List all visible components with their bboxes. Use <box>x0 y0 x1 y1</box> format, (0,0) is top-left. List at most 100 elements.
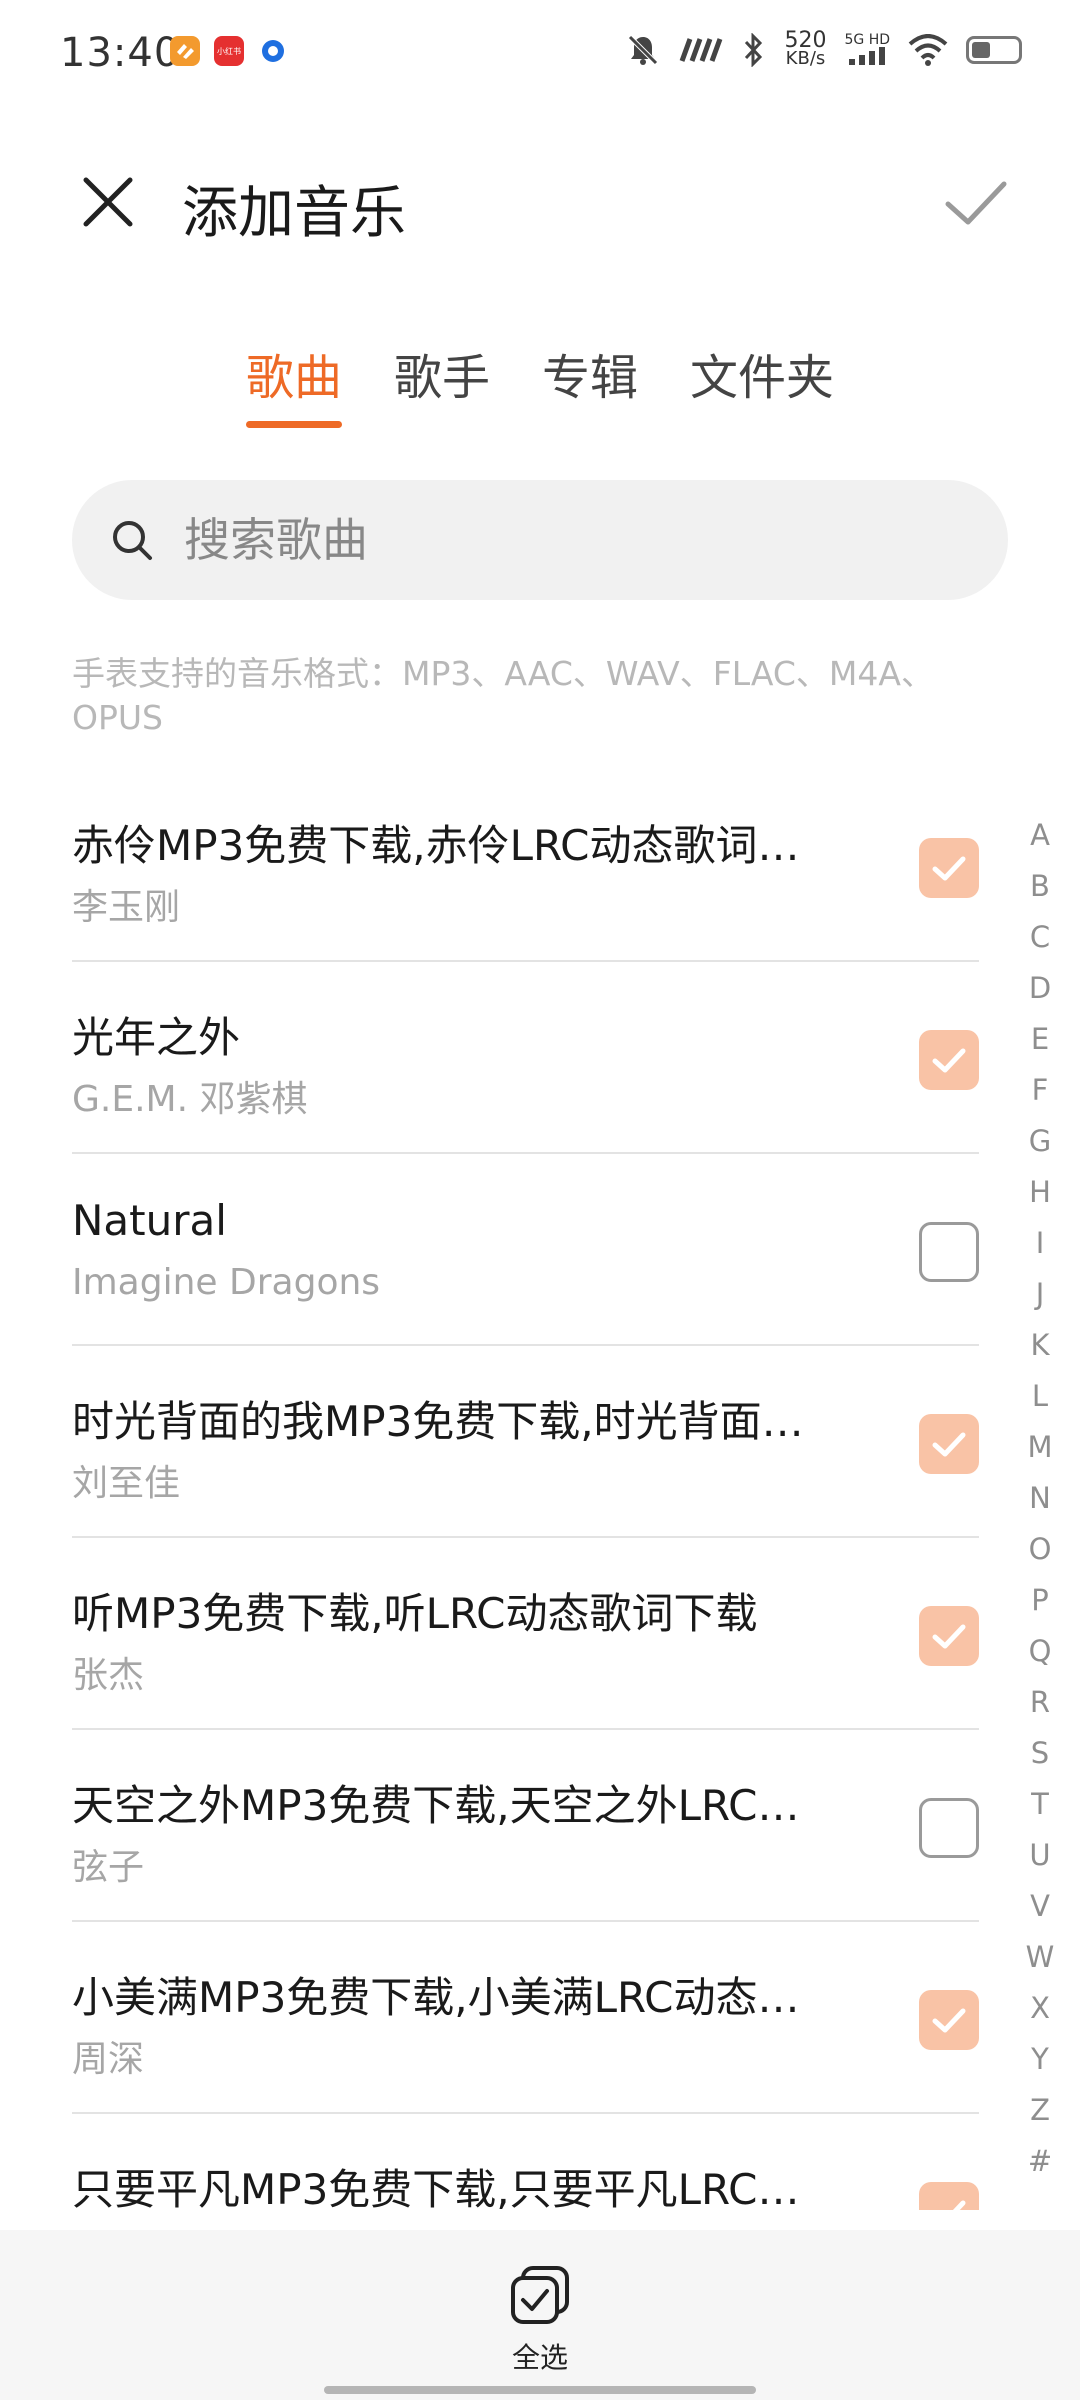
select-all-icon <box>511 2266 569 2324</box>
song-title: 赤伶MP3免费下载,赤伶LRC动态歌词下载 <box>72 821 832 870</box>
supported-formats-note: 手表支持的音乐格式：MP3、AAC、WAV、FLAC、M4A、OPUS <box>72 654 934 737</box>
song-row[interactable]: Natural Imagine Dragons <box>72 1154 979 1346</box>
xiaohongshu-icon-label: 小红书 <box>217 46 241 56</box>
index-letter[interactable]: Q <box>1029 1626 1052 1677</box>
search-input[interactable] <box>184 513 884 567</box>
index-letter[interactable]: B <box>1030 861 1050 912</box>
close-icon <box>83 177 133 227</box>
index-letter[interactable]: Y <box>1031 2034 1049 2085</box>
song-checkbox[interactable] <box>919 838 979 898</box>
song-row[interactable]: 小美满MP3免费下载,小美满LRC动态歌词下载 周深 <box>72 1922 979 2114</box>
song-title: 光年之外 <box>72 1013 241 1062</box>
bluetooth-icon <box>745 33 763 67</box>
index-letter[interactable]: H <box>1029 1167 1051 1218</box>
song-list: 赤伶MP3免费下载,赤伶LRC动态歌词下载 李玉刚 光年之外 G.E.M. 邓紫… <box>72 770 979 2210</box>
index-letter[interactable]: P <box>1031 1575 1049 1626</box>
net-speed-unit: KB/s <box>785 48 826 69</box>
index-letter[interactable]: I <box>1036 1218 1045 1269</box>
song-checkbox[interactable] <box>919 2182 979 2210</box>
song-checkbox[interactable] <box>919 1990 979 2050</box>
select-all-button[interactable]: 全选 <box>0 2264 1080 2376</box>
index-letter[interactable]: E <box>1031 1014 1049 1065</box>
index-letter[interactable]: Z <box>1030 2085 1050 2136</box>
checkmark-icon <box>952 2200 966 2210</box>
app-icon-blue <box>258 36 288 66</box>
status-app-icons: 小红书 <box>170 36 288 66</box>
tab-folders[interactable]: 文件夹 <box>690 338 834 428</box>
index-letter[interactable]: # <box>1028 2136 1052 2187</box>
status-indicators: 520 KB/s 5G HD <box>626 30 1022 69</box>
song-checkbox[interactable] <box>919 1222 979 1282</box>
tab-bar: 歌曲 歌手 专辑 文件夹 <box>0 338 1080 428</box>
cell-signal-label: 5G HD <box>844 31 890 48</box>
song-checkbox[interactable] <box>919 1798 979 1858</box>
song-row[interactable]: 只要平凡MP3免费下载,只要平凡LRC动态歌词下载 <box>72 2114 979 2210</box>
tab-albums[interactable]: 专辑 <box>542 338 638 428</box>
wifi-icon <box>908 34 948 66</box>
song-title: 听MP3免费下载,听LRC动态歌词下载 <box>72 1589 758 1638</box>
alphabet-index[interactable]: A B C D E F G H I J K L M N O P Q R S T … <box>1012 810 1068 2187</box>
xiaohongshu-icon: 小红书 <box>214 36 244 66</box>
index-letter[interactable]: R <box>1030 1677 1050 1728</box>
song-artist: 李玉刚 <box>72 887 181 928</box>
song-artist: 周深 <box>72 2039 145 2080</box>
song-artist: 刘至佳 <box>72 1463 181 1504</box>
index-letter[interactable]: N <box>1029 1473 1051 1524</box>
home-indicator[interactable] <box>324 2386 756 2394</box>
checkmark-icon <box>932 1432 966 1457</box>
song-row[interactable]: 赤伶MP3免费下载,赤伶LRC动态歌词下载 李玉刚 <box>72 770 979 962</box>
index-letter[interactable]: M <box>1027 1422 1052 1473</box>
net-speed: 520 KB/s <box>784 30 826 69</box>
song-title: 时光背面的我MP3免费下载,时光背面的我LRC动态歌词下载 <box>72 1397 832 1446</box>
tab-songs[interactable]: 歌曲 <box>245 338 342 428</box>
app-icon-orange <box>170 36 200 66</box>
song-row[interactable]: 听MP3免费下载,听LRC动态歌词下载 张杰 <box>72 1538 979 1730</box>
index-letter[interactable]: K <box>1030 1320 1049 1371</box>
index-letter[interactable]: J <box>1036 1269 1045 1320</box>
song-row[interactable]: 时光背面的我MP3免费下载,时光背面的我LRC动态歌词下载 刘至佳 <box>72 1346 979 1538</box>
index-letter[interactable]: W <box>1026 1932 1055 1983</box>
index-letter[interactable]: U <box>1029 1830 1050 1881</box>
status-time: 13:40 <box>60 30 181 76</box>
check-icon <box>945 181 1007 225</box>
checkmark-icon <box>932 2008 966 2033</box>
song-row[interactable]: 天空之外MP3免费下载,天空之外LRC动态歌词下载 弦子 <box>72 1730 979 1922</box>
song-title: 小美满MP3免费下载,小美满LRC动态歌词下载 <box>72 1973 832 2022</box>
tab-artists[interactable]: 歌手 <box>394 338 490 428</box>
song-row[interactable]: 光年之外 G.E.M. 邓紫棋 <box>72 962 979 1154</box>
index-letter[interactable]: F <box>1032 1065 1049 1116</box>
index-letter[interactable]: L <box>1032 1371 1048 1422</box>
index-letter[interactable]: X <box>1030 1983 1050 2034</box>
song-artist: G.E.M. 邓紫棋 <box>72 1079 308 1120</box>
confirm-button[interactable] <box>942 170 1010 234</box>
song-artist: 弦子 <box>72 1847 145 1888</box>
index-letter[interactable]: C <box>1030 912 1050 963</box>
checkmark-icon <box>932 1048 966 1073</box>
cell-signal-icon <box>849 46 886 65</box>
index-letter[interactable]: G <box>1029 1116 1051 1167</box>
bottom-action-bar: 全选 <box>0 2230 1080 2400</box>
index-letter[interactable]: T <box>1031 1779 1049 1830</box>
checkmark-icon <box>932 856 966 881</box>
index-letter[interactable]: A <box>1030 810 1050 861</box>
song-title: 天空之外MP3免费下载,天空之外LRC动态歌词下载 <box>72 1781 832 1830</box>
song-title: Natural <box>72 1196 227 1245</box>
checkmark-icon <box>932 1624 966 1649</box>
select-all-label: 全选 <box>511 2341 568 2374</box>
cell-signal: 5G HD <box>844 33 890 68</box>
song-checkbox[interactable] <box>919 1030 979 1090</box>
song-checkbox[interactable] <box>919 1414 979 1474</box>
vibrate-icon <box>680 38 723 62</box>
index-letter[interactable]: S <box>1031 1728 1049 1779</box>
index-letter[interactable]: V <box>1030 1881 1050 1932</box>
song-artist: 张杰 <box>72 1655 145 1696</box>
mute-bell-icon <box>628 35 659 65</box>
page-title: 添加音乐 <box>182 181 406 246</box>
header: 添加音乐 <box>0 150 1080 260</box>
index-letter[interactable]: D <box>1029 963 1051 1014</box>
close-button[interactable] <box>76 170 140 234</box>
song-checkbox[interactable] <box>919 1606 979 1666</box>
song-artist: Imagine Dragons <box>72 1262 381 1303</box>
index-letter[interactable]: O <box>1029 1524 1052 1575</box>
search-bar[interactable] <box>72 480 1008 600</box>
